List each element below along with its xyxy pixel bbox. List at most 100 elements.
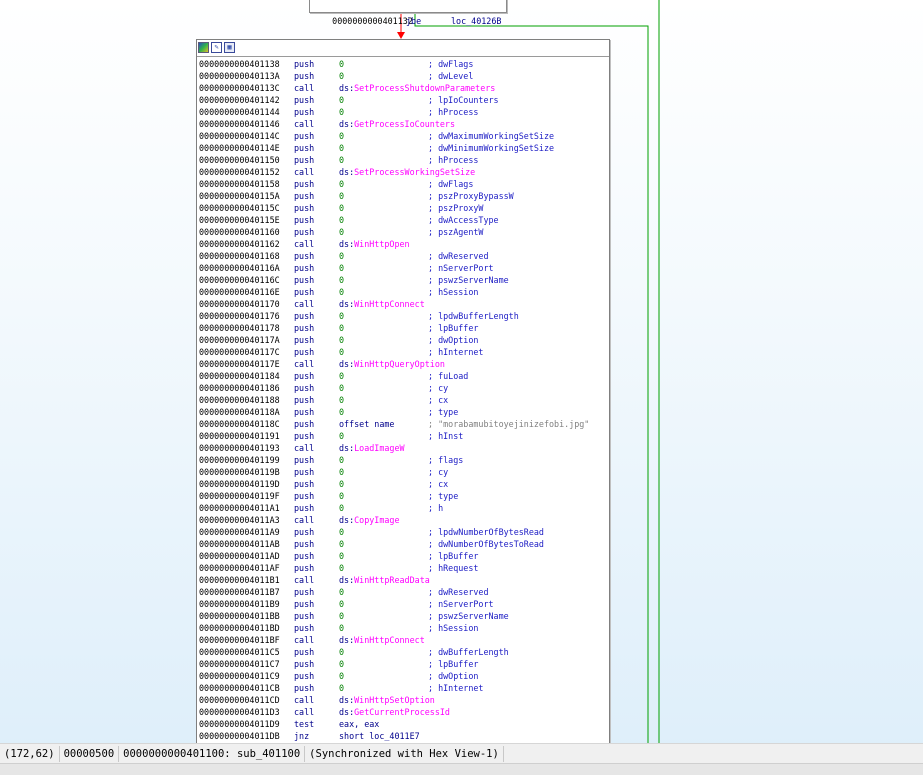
imported-function-name[interactable]: WinHttpQueryOption <box>354 359 445 369</box>
instruction-operand[interactable]: 0 <box>339 586 344 598</box>
imported-function-name[interactable]: GetProcessIoCounters <box>354 119 455 129</box>
instruction-line[interactable]: 00000000004011AD push 0 ; lpBuffer <box>199 550 609 562</box>
instruction-line[interactable]: 00000000004011B1 call ds:WinHttpReadData <box>199 574 609 586</box>
instruction-line[interactable]: 0000000000401184 push 0 ; fuLoad <box>199 370 609 382</box>
instruction-line[interactable]: 0000000000401186 push 0 ; cy <box>199 382 609 394</box>
instruction-operand[interactable]: ds:CopyImage <box>339 514 400 526</box>
instruction-operand[interactable]: 0 <box>339 322 344 334</box>
instruction-line[interactable]: 00000000004011C7 push 0 ; lpBuffer <box>199 658 609 670</box>
prev-basic-block[interactable]: 0000000000401132 jbe loc_40126B <box>309 0 507 26</box>
instruction-operand[interactable]: 0 <box>339 130 344 142</box>
instruction-operand[interactable]: 0 <box>339 382 344 394</box>
instruction-line[interactable]: 00000000004011AF push 0 ; hRequest <box>199 562 609 574</box>
instruction-operand[interactable]: ds:GetCurrentProcessId <box>339 706 450 718</box>
instruction-operand[interactable]: 0 <box>339 178 344 190</box>
instruction-line[interactable]: 0000000000401199 push 0 ; flags <box>199 454 609 466</box>
instruction-line[interactable]: 000000000040113A push 0 ; dwLevel <box>199 70 609 82</box>
instruction-line[interactable]: 0000000000401193 call ds:LoadImageW <box>199 442 609 454</box>
imported-function-name[interactable]: GetCurrentProcessId <box>354 707 450 717</box>
instruction-line[interactable]: 00000000004011B9 push 0 ; nServerPort <box>199 598 609 610</box>
instruction-operand[interactable]: offset name <box>339 418 394 430</box>
instruction-line[interactable]: 0000000000401176 push 0 ; lpdwBufferLength <box>199 310 609 322</box>
instruction-line[interactable]: 00000000004011A1 push 0 ; h <box>199 502 609 514</box>
instruction-line[interactable]: 0000000000401178 push 0 ; lpBuffer <box>199 322 609 334</box>
instruction-operand[interactable]: 0 <box>339 214 344 226</box>
instruction-line[interactable]: 00000000004011CB push 0 ; hInternet <box>199 682 609 694</box>
instruction-line[interactable]: 000000000040117C push 0 ; hInternet <box>199 346 609 358</box>
instruction-line[interactable]: 00000000004011A3 call ds:CopyImage <box>199 514 609 526</box>
instruction-line[interactable]: 0000000000401168 push 0 ; dwReserved <box>199 250 609 262</box>
instruction-operand[interactable]: ds:WinHttpSetOption <box>339 694 435 706</box>
instruction-operand[interactable]: 0 <box>339 562 344 574</box>
instruction-operand[interactable]: 0 <box>339 658 344 670</box>
instruction-line[interactable]: 0000000000401142 push 0 ; lpIoCounters <box>199 94 609 106</box>
instruction-operand[interactable]: 0 <box>339 682 344 694</box>
basic-block-main[interactable]: ✎ ▦ 0000000000401138 push 0; dwFlags 000000… <box>196 39 610 743</box>
instruction-operand[interactable]: 0 <box>339 370 344 382</box>
instruction-operand[interactable]: 0 <box>339 598 344 610</box>
instruction-line[interactable]: 000000000040117A push 0 ; dwOption <box>199 334 609 346</box>
instruction-operand[interactable]: 0 <box>339 430 344 442</box>
instruction-line[interactable]: 00000000004011D3 call ds:GetCurrentProcess… <box>199 706 609 718</box>
instruction-line[interactable]: 00000000004011A9 push 0 ; lpdwNumberOfBytes… <box>199 526 609 538</box>
instruction-operand[interactable]: 0 <box>339 334 344 346</box>
instruction-line[interactable]: 0000000000401162 call ds:WinHttpOpen <box>199 238 609 250</box>
imported-function-name[interactable]: WinHttpReadData <box>354 575 430 585</box>
instruction-operand[interactable]: 0 <box>339 286 344 298</box>
group-nodes-icon[interactable]: ▦ <box>224 42 235 53</box>
instruction-operand[interactable]: 0 <box>339 58 344 70</box>
instruction-operand[interactable]: 0 <box>339 70 344 82</box>
instruction-line[interactable]: 0000000000401152 call ds:SetProcessWorking… <box>199 166 609 178</box>
instruction-operand[interactable]: 0 <box>339 106 344 118</box>
instruction-line[interactable]: 000000000040115E push 0 ; dwAccessType <box>199 214 609 226</box>
instruction-operand[interactable]: ds:LoadImageW <box>339 442 405 454</box>
instruction-operand[interactable]: 0 <box>339 346 344 358</box>
instruction-operand[interactable]: 0 <box>339 226 344 238</box>
instruction-line[interactable]: 000000000040116C push 0 ; pswzServerName <box>199 274 609 286</box>
instruction-operand[interactable]: 0 <box>339 394 344 406</box>
instruction-operand[interactable]: 0 <box>339 310 344 322</box>
instruction-operand[interactable]: ds:WinHttpReadData <box>339 574 430 586</box>
instruction-line[interactable]: 000000000040113C call ds:SetProcessShutdow… <box>199 82 609 94</box>
instruction-line[interactable]: 00000000004011B7 push 0 ; dwReserved <box>199 586 609 598</box>
instruction-operand[interactable]: 0 <box>339 262 344 274</box>
imported-function-name[interactable]: LoadImageW <box>354 443 404 453</box>
instruction-operand[interactable]: 0 <box>339 670 344 682</box>
instruction-line[interactable]: 000000000040119B push 0 ; cy <box>199 466 609 478</box>
instruction-line[interactable]: 000000000040118C push offset name ; "moraba… <box>199 418 609 430</box>
instruction-operand[interactable]: 0 <box>339 550 344 562</box>
rename-icon[interactable]: ✎ <box>211 42 222 53</box>
instruction-line[interactable]: 0000000000401158 push 0 ; dwFlags <box>199 178 609 190</box>
imported-function-name[interactable]: WinHttpConnect <box>354 299 425 309</box>
instruction-line[interactable]: 0000000000401170 call ds:WinHttpConnect <box>199 298 609 310</box>
instruction-line[interactable]: 000000000040114E push 0 ; dwMinimumWorkingS… <box>199 142 609 154</box>
instruction-operand[interactable]: ds:WinHttpQueryOption <box>339 358 445 370</box>
branch-target-label[interactable]: loc_40126B <box>451 14 501 28</box>
instruction-line[interactable]: 000000000040119F push 0 ; type <box>199 490 609 502</box>
instruction-operand[interactable]: ds:SetProcessShutdownParameters <box>339 82 495 94</box>
instruction-line[interactable]: 000000000040115A push 0 ; pszProxyBypassW <box>199 190 609 202</box>
instruction-operand[interactable]: 0 <box>339 538 344 550</box>
instruction-operand[interactable]: 0 <box>339 202 344 214</box>
imported-function-name[interactable]: WinHttpOpen <box>354 239 409 249</box>
instruction-line[interactable]: 00000000004011CD call ds:WinHttpSetOption <box>199 694 609 706</box>
instruction-line[interactable]: 00000000004011C5 push 0 ; dwBufferLength <box>199 646 609 658</box>
imported-function-name[interactable]: CopyImage <box>354 515 399 525</box>
instruction-operand[interactable]: ds:GetProcessIoCounters <box>339 118 455 130</box>
instruction-line[interactable]: 0000000000401138 push 0 ; dwFlags <box>199 58 609 70</box>
instruction-line[interactable]: 0000000000401160 push 0 ; pszAgentW <box>199 226 609 238</box>
instruction-operand[interactable]: 0 <box>339 502 344 514</box>
instruction-operand[interactable]: ds:SetProcessWorkingSetSize <box>339 166 475 178</box>
instruction-line[interactable]: 0000000000401150 push 0 ; hProcess <box>199 154 609 166</box>
graph-view[interactable]: 0000000000401132 jbe loc_40126B ✎ ▦ 000000… <box>0 0 923 743</box>
instruction-operand[interactable]: 0 <box>339 250 344 262</box>
instruction-line[interactable]: 00000000004011BF call ds:WinHttpConnect <box>199 634 609 646</box>
instruction-line[interactable]: 000000000040118A push 0 ; type <box>199 406 609 418</box>
instruction-line[interactable]: 00000000004011BB push 0 ; pswzServerName <box>199 610 609 622</box>
instruction-line[interactable]: 0000000000401144 push 0 ; hProcess <box>199 106 609 118</box>
instruction-operand[interactable]: short loc_4011E7 <box>339 730 420 742</box>
instruction-line[interactable]: 00000000004011AB push 0 ; dwNumberOfBytesTo… <box>199 538 609 550</box>
imported-function-name[interactable]: WinHttpSetOption <box>354 695 435 705</box>
instruction-operand[interactable]: 0 <box>339 466 344 478</box>
instruction-line[interactable]: 0000000000401188 push 0 ; cx <box>199 394 609 406</box>
